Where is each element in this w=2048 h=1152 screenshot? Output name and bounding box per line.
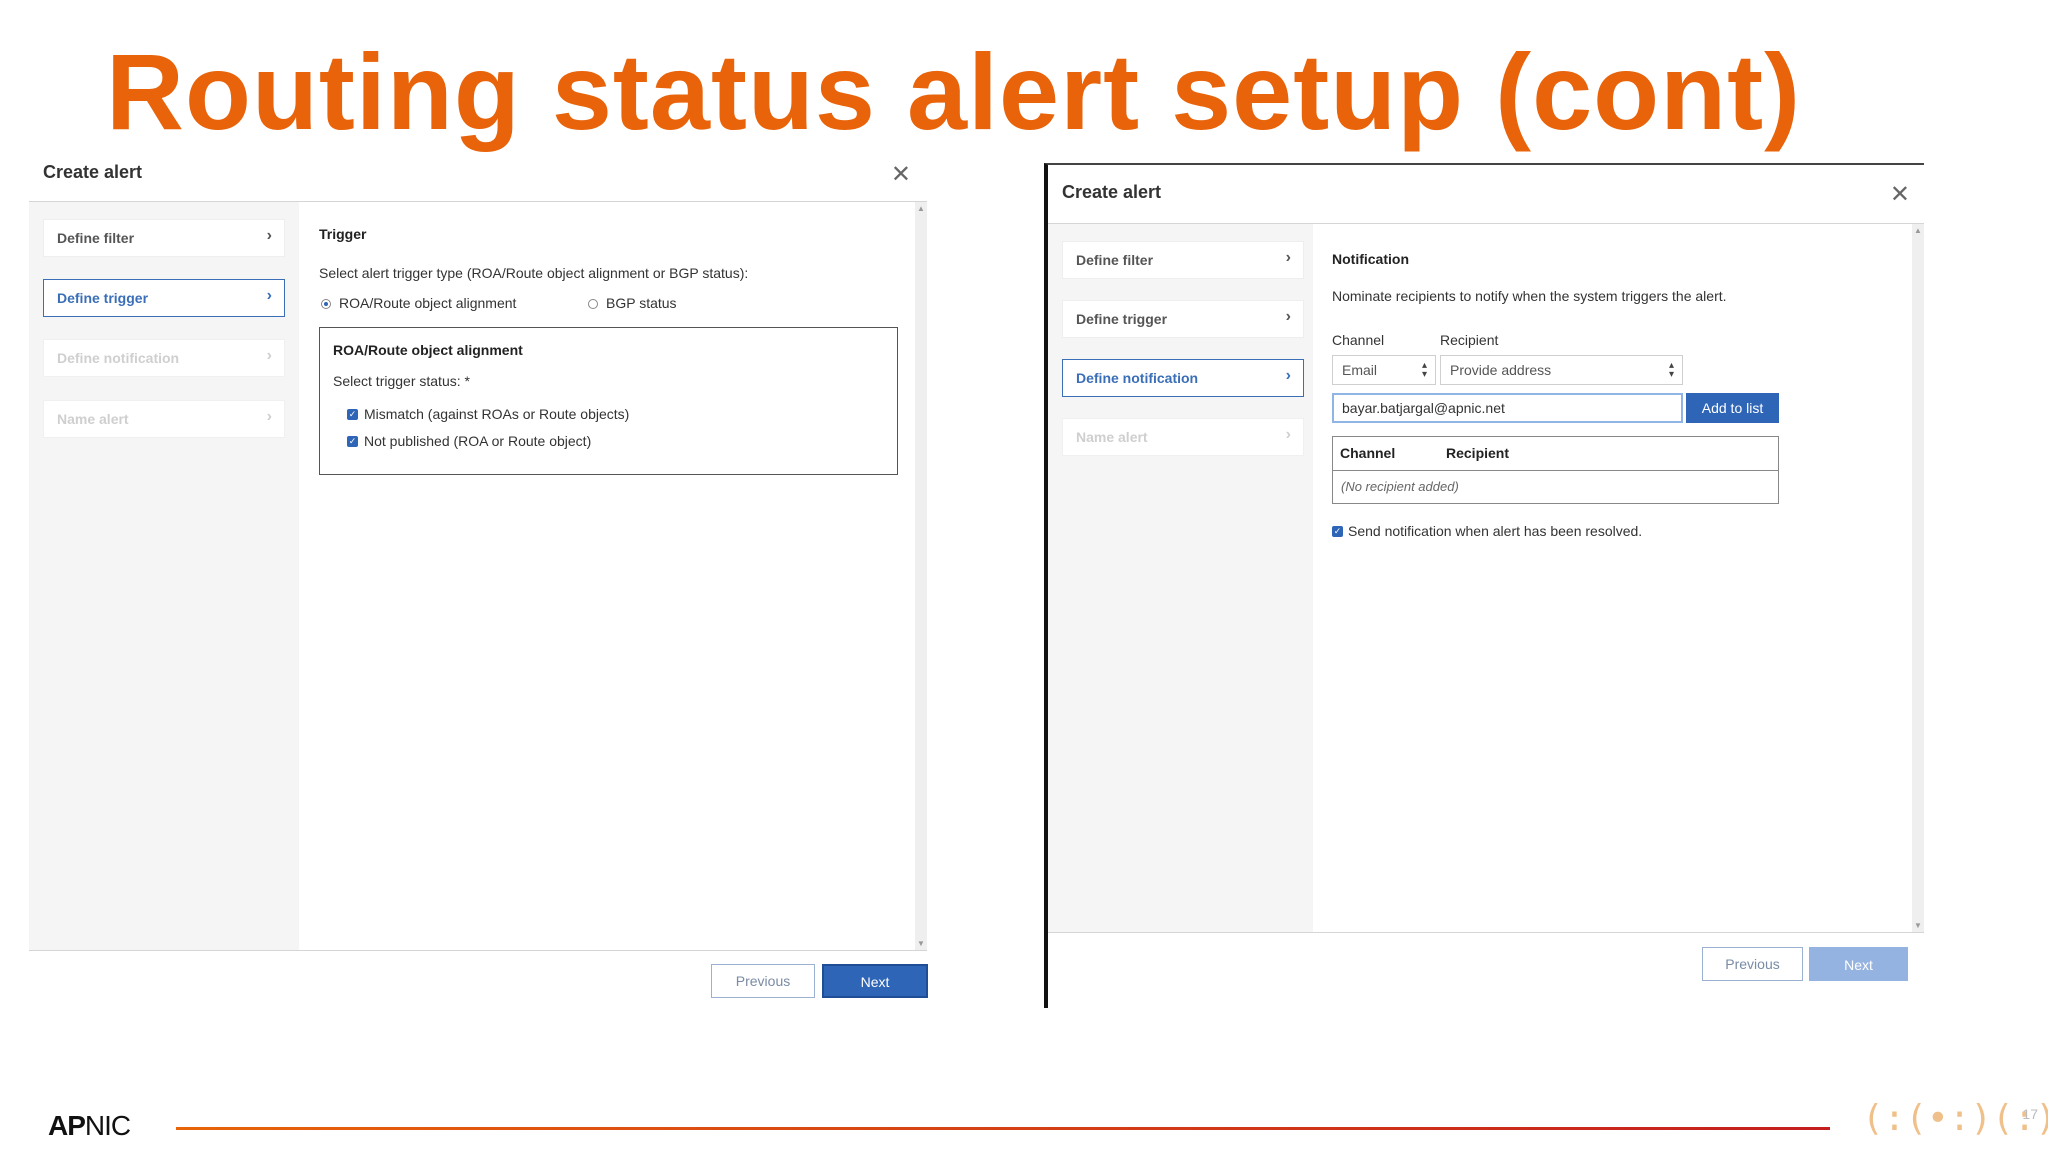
- step-label: Name alert: [1076, 429, 1148, 445]
- column-header-recipient: Recipient: [1446, 445, 1510, 461]
- scroll-down-icon[interactable]: ▼: [1914, 921, 1922, 930]
- status-prompt: Select trigger status: *: [333, 373, 470, 389]
- step-sidebar: Define filter › Define trigger › Define …: [1048, 224, 1313, 932]
- step-name-alert: Name alert ›: [1062, 418, 1304, 456]
- chevron-right-icon: ›: [266, 408, 272, 425]
- step-define-notification[interactable]: Define notification ›: [1062, 359, 1304, 397]
- channel-label: Channel: [1332, 332, 1385, 348]
- scroll-down-icon[interactable]: ▼: [917, 939, 925, 948]
- step-define-filter[interactable]: Define filter ›: [43, 219, 285, 257]
- checkbox-send-resolved[interactable]: ✓: [1332, 526, 1343, 537]
- step-name-alert: Name alert ›: [43, 400, 285, 438]
- add-to-list-button[interactable]: Add to list: [1686, 393, 1779, 423]
- checkbox-label: Send notification when alert has been re…: [1348, 523, 1643, 539]
- create-alert-dialog-trigger: Create alert ✕ Define filter › Define tr…: [29, 154, 928, 1014]
- previous-button[interactable]: Previous: [711, 964, 815, 998]
- channel-select-value: Email: [1342, 362, 1378, 378]
- step-sidebar: Define filter › Define trigger › Define …: [29, 202, 299, 950]
- apnic-logo: APNIC: [48, 1110, 131, 1142]
- decorative-pattern-icon: (:(•:)(:):): [1862, 1098, 2048, 1139]
- notification-prompt: Nominate recipients to notify when the s…: [1332, 288, 1727, 304]
- table-empty-message: (No recipient added): [1341, 479, 1459, 494]
- step-label: Define filter: [1076, 252, 1154, 268]
- previous-button[interactable]: Previous: [1702, 947, 1803, 981]
- box-title: ROA/Route object alignment: [333, 342, 523, 358]
- dialog-footer: Previous Next: [29, 950, 928, 1011]
- scroll-up-icon[interactable]: ▲: [1914, 226, 1922, 235]
- dialog-header: Create alert ✕: [1048, 165, 1924, 224]
- footer-divider: [176, 1127, 1830, 1130]
- close-icon[interactable]: ✕: [1890, 180, 1910, 209]
- dialog-header: Create alert ✕: [29, 154, 927, 202]
- page-number: 17: [2022, 1106, 2038, 1122]
- updown-icon: ▴ ▾: [1421, 360, 1427, 380]
- chevron-right-icon: ›: [1285, 249, 1291, 266]
- step-define-filter[interactable]: Define filter ›: [1062, 241, 1304, 279]
- scroll-up-icon[interactable]: ▲: [917, 204, 925, 213]
- next-button[interactable]: Next: [822, 964, 928, 998]
- step-label: Define filter: [57, 230, 135, 246]
- table-header: Channel Recipient: [1333, 437, 1778, 471]
- scrollbar[interactable]: ▲ ▼: [1912, 224, 1924, 932]
- column-header-channel: Channel: [1340, 445, 1396, 461]
- recipient-table: Channel Recipient (No recipient added): [1332, 436, 1779, 504]
- checkbox-not-published[interactable]: ✓: [347, 436, 358, 447]
- step-define-trigger[interactable]: Define trigger ›: [43, 279, 285, 317]
- checkbox-label: Mismatch (against ROAs or Route objects): [364, 406, 630, 422]
- step-define-notification: Define notification ›: [43, 339, 285, 377]
- checkbox-mismatch[interactable]: ✓: [347, 409, 358, 420]
- step-define-trigger[interactable]: Define trigger ›: [1062, 300, 1304, 338]
- logo-part-bold: AP: [48, 1110, 86, 1141]
- chevron-right-icon: ›: [1285, 426, 1291, 443]
- radio-roa-alignment[interactable]: [321, 299, 331, 309]
- logo-part-rest: NIC: [84, 1110, 131, 1141]
- slide-title: Routing status alert setup (cont): [106, 31, 1802, 152]
- scrollbar[interactable]: ▲ ▼: [915, 202, 927, 950]
- dialog-title: Create alert: [1062, 182, 1162, 202]
- section-title: Notification: [1332, 251, 1409, 267]
- recipient-label: Recipient: [1440, 332, 1499, 348]
- dialog-title: Create alert: [43, 162, 143, 182]
- close-icon[interactable]: ✕: [891, 160, 911, 189]
- step-label: Define notification: [1076, 370, 1199, 386]
- radio-label: BGP status: [606, 295, 677, 311]
- updown-icon: ▴ ▾: [1668, 360, 1674, 380]
- create-alert-dialog-notification: Create alert ✕ Define filter › Define tr…: [1044, 163, 1924, 1008]
- chevron-right-icon: ›: [266, 347, 272, 364]
- chevron-right-icon: ›: [1285, 308, 1291, 325]
- section-title: Trigger: [319, 226, 367, 242]
- dialog-footer: Previous Next: [1048, 932, 1924, 1003]
- chevron-right-icon: ›: [266, 227, 272, 244]
- chevron-right-icon: ›: [266, 287, 272, 304]
- step-label: Define notification: [57, 350, 180, 366]
- trigger-type-prompt: Select alert trigger type (ROA/Route obj…: [319, 265, 749, 281]
- notification-panel: Notification Nominate recipients to noti…: [1313, 224, 1910, 932]
- chevron-right-icon: ›: [1285, 367, 1291, 384]
- radio-label: ROA/Route object alignment: [339, 295, 517, 311]
- address-input[interactable]: bayar.batjargal@apnic.net: [1332, 393, 1683, 423]
- step-label: Define trigger: [57, 290, 149, 306]
- address-input-value: bayar.batjargal@apnic.net: [1342, 400, 1505, 416]
- trigger-panel: Trigger Select alert trigger type (ROA/R…: [299, 202, 913, 950]
- recipient-select-value: Provide address: [1450, 362, 1552, 378]
- step-label: Name alert: [57, 411, 129, 427]
- radio-bgp-status[interactable]: [588, 299, 598, 309]
- checkbox-label: Not published (ROA or Route object): [364, 433, 592, 449]
- next-button[interactable]: Next: [1809, 947, 1908, 981]
- channel-select[interactable]: Email ▴ ▾: [1332, 355, 1436, 385]
- step-label: Define trigger: [1076, 311, 1168, 327]
- roa-options-box: ROA/Route object alignment Select trigge…: [319, 327, 898, 475]
- recipient-select[interactable]: Provide address ▴ ▾: [1440, 355, 1683, 385]
